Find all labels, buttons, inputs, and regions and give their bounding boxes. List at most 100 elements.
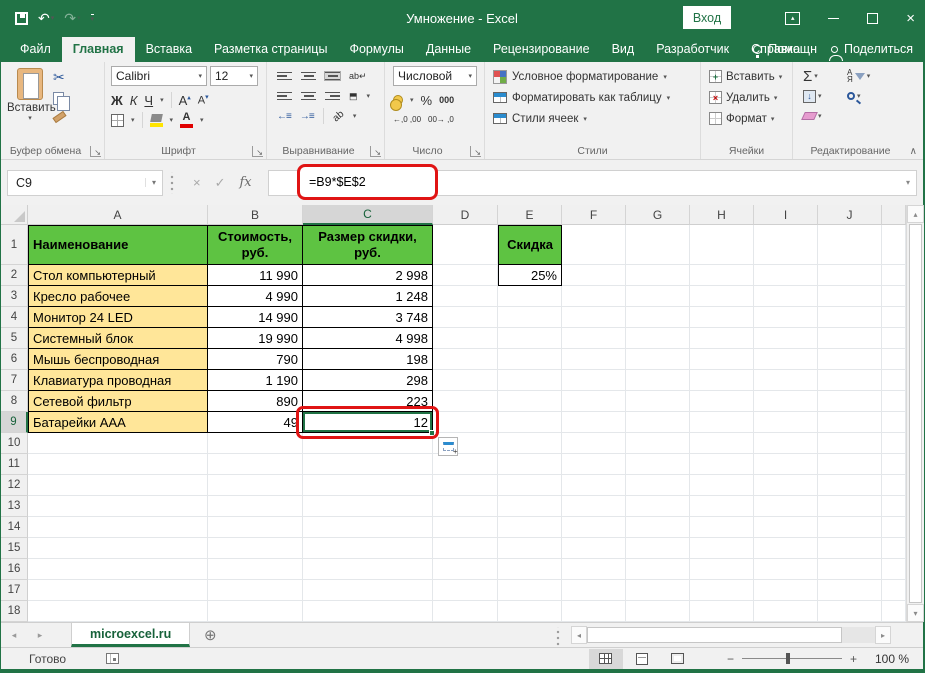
cell-F2[interactable] bbox=[562, 265, 626, 286]
decrease-indent-icon[interactable]: ←≡ bbox=[277, 111, 291, 122]
cell-G9[interactable] bbox=[626, 412, 690, 433]
cell-C10[interactable] bbox=[303, 433, 433, 454]
customize-qat-icon[interactable]: ▾ bbox=[91, 14, 95, 23]
clear-button[interactable]: ▾ bbox=[803, 112, 847, 120]
formula-bar-drag-handle[interactable] bbox=[170, 172, 174, 194]
increase-font-icon[interactable]: А▴ bbox=[179, 93, 191, 108]
cell-G11[interactable] bbox=[626, 454, 690, 475]
cell-D5[interactable] bbox=[433, 328, 498, 349]
font-color-icon[interactable]: А bbox=[180, 112, 193, 128]
decrease-decimal-icon[interactable]: 00→ ,0 bbox=[428, 116, 454, 124]
cell-F12[interactable] bbox=[562, 475, 626, 496]
cell-E11[interactable] bbox=[498, 454, 562, 475]
cell-A18[interactable] bbox=[28, 601, 208, 622]
column-header-A[interactable]: A bbox=[28, 205, 208, 225]
ribbon-tab-вставка[interactable]: Вставка bbox=[135, 37, 203, 62]
row-header-18[interactable]: 18 bbox=[1, 601, 28, 622]
cell-E1[interactable]: Скидка bbox=[498, 225, 562, 265]
row-header-5[interactable]: 5 bbox=[1, 328, 28, 349]
cell-C13[interactable] bbox=[303, 496, 433, 517]
cell-C1[interactable]: Размер скидки, руб. bbox=[303, 225, 433, 265]
wrap-text-icon[interactable]: ab↵ bbox=[349, 71, 367, 82]
accounting-format-icon[interactable] bbox=[393, 95, 403, 105]
increase-indent-icon[interactable]: →≡ bbox=[300, 111, 314, 122]
percent-style-button[interactable]: % bbox=[421, 93, 433, 108]
ribbon-tab-главная[interactable]: Главная bbox=[62, 37, 135, 62]
cell-G2[interactable] bbox=[626, 265, 690, 286]
row-header-8[interactable]: 8 bbox=[1, 391, 28, 412]
cell-B12[interactable] bbox=[208, 475, 303, 496]
cancel-entry-icon[interactable]: × bbox=[193, 175, 201, 190]
cell-C4[interactable]: 3 748 bbox=[303, 307, 433, 328]
cell-B18[interactable] bbox=[208, 601, 303, 622]
cell-E17[interactable] bbox=[498, 580, 562, 601]
cell-E13[interactable] bbox=[498, 496, 562, 517]
paste-button[interactable]: Вставить ▾ bbox=[7, 66, 53, 122]
column-header-partial[interactable] bbox=[882, 205, 906, 225]
cell-D13[interactable] bbox=[433, 496, 498, 517]
cell-B5[interactable]: 19 990 bbox=[208, 328, 303, 349]
cell-E6[interactable] bbox=[498, 349, 562, 370]
cell-D15[interactable] bbox=[433, 538, 498, 559]
cell-D11[interactable] bbox=[433, 454, 498, 475]
cell-H8[interactable] bbox=[690, 391, 754, 412]
row-header-14[interactable]: 14 bbox=[1, 517, 28, 538]
cell-partial-10[interactable] bbox=[882, 433, 906, 454]
cell-B11[interactable] bbox=[208, 454, 303, 475]
ribbon-tab-данные[interactable]: Данные bbox=[415, 37, 482, 62]
cell-H15[interactable] bbox=[690, 538, 754, 559]
cell-partial-18[interactable] bbox=[882, 601, 906, 622]
cell-partial-1[interactable] bbox=[882, 225, 906, 265]
cell-partial-6[interactable] bbox=[882, 349, 906, 370]
cell-D12[interactable] bbox=[433, 475, 498, 496]
align-top-icon[interactable] bbox=[277, 72, 292, 81]
cell-I4[interactable] bbox=[754, 307, 818, 328]
cell-J16[interactable] bbox=[818, 559, 882, 580]
bold-button[interactable]: Ж bbox=[111, 93, 123, 108]
cell-G14[interactable] bbox=[626, 517, 690, 538]
cell-D9[interactable] bbox=[433, 412, 498, 433]
prev-sheet-icon[interactable]: ◂ bbox=[1, 623, 27, 647]
sign-in-button[interactable]: Вход bbox=[683, 6, 731, 29]
cell-partial-9[interactable] bbox=[882, 412, 906, 433]
row-header-1[interactable]: 1 bbox=[1, 225, 28, 265]
cell-I6[interactable] bbox=[754, 349, 818, 370]
cell-G4[interactable] bbox=[626, 307, 690, 328]
cell-I16[interactable] bbox=[754, 559, 818, 580]
scroll-down-icon[interactable]: ▾ bbox=[907, 604, 924, 622]
cell-partial-4[interactable] bbox=[882, 307, 906, 328]
row-header-13[interactable]: 13 bbox=[1, 496, 28, 517]
cell-D4[interactable] bbox=[433, 307, 498, 328]
cell-I7[interactable] bbox=[754, 370, 818, 391]
cell-H6[interactable] bbox=[690, 349, 754, 370]
cell-H9[interactable] bbox=[690, 412, 754, 433]
cell-I10[interactable] bbox=[754, 433, 818, 454]
orientation-icon[interactable]: ab bbox=[330, 108, 346, 124]
cell-A16[interactable] bbox=[28, 559, 208, 580]
cell-D16[interactable] bbox=[433, 559, 498, 580]
cell-C15[interactable] bbox=[303, 538, 433, 559]
align-bottom-icon[interactable] bbox=[325, 72, 340, 81]
cell-G8[interactable] bbox=[626, 391, 690, 412]
next-sheet-icon[interactable]: ▸ bbox=[27, 623, 53, 647]
cell-F6[interactable] bbox=[562, 349, 626, 370]
cell-H2[interactable] bbox=[690, 265, 754, 286]
cell-H17[interactable] bbox=[690, 580, 754, 601]
auto-fill-options-button[interactable] bbox=[438, 437, 458, 456]
row-header-11[interactable]: 11 bbox=[1, 454, 28, 475]
cell-G16[interactable] bbox=[626, 559, 690, 580]
cell-F8[interactable] bbox=[562, 391, 626, 412]
cell-G12[interactable] bbox=[626, 475, 690, 496]
cell-E18[interactable] bbox=[498, 601, 562, 622]
cell-F5[interactable] bbox=[562, 328, 626, 349]
cut-icon[interactable]: ✂ bbox=[53, 69, 66, 86]
cell-D2[interactable] bbox=[433, 265, 498, 286]
column-header-J[interactable]: J bbox=[818, 205, 882, 225]
row-header-3[interactable]: 3 bbox=[1, 286, 28, 307]
cell-H4[interactable] bbox=[690, 307, 754, 328]
cell-F4[interactable] bbox=[562, 307, 626, 328]
row-header-4[interactable]: 4 bbox=[1, 307, 28, 328]
horizontal-scroll-thumb[interactable] bbox=[587, 627, 842, 643]
expand-formula-bar-icon[interactable]: ▾ bbox=[906, 178, 910, 187]
cell-H14[interactable] bbox=[690, 517, 754, 538]
